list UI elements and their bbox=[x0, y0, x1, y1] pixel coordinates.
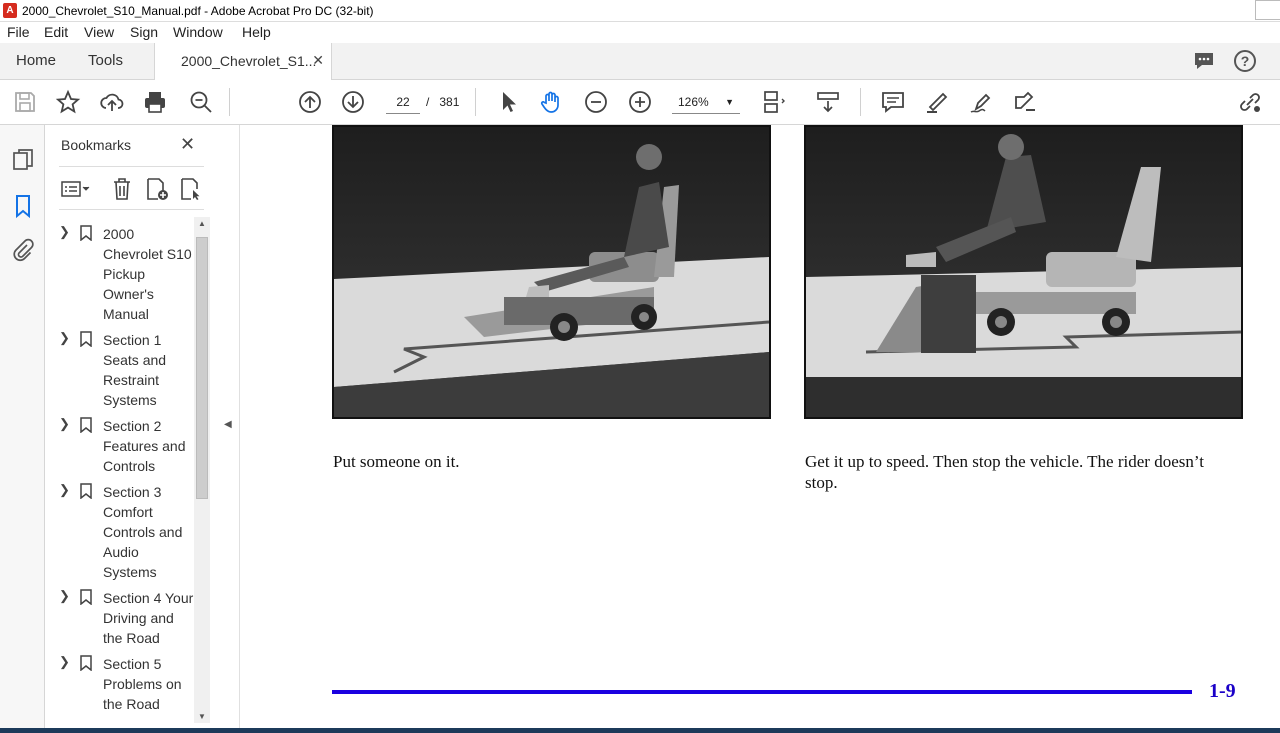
svg-text:?: ? bbox=[1241, 53, 1250, 69]
chevron-down-icon[interactable]: ▼ bbox=[725, 90, 734, 114]
comment-bubble-icon[interactable] bbox=[1193, 51, 1215, 71]
tab-document[interactable]: 2000_Chevrolet_S1... ✕ bbox=[154, 43, 332, 80]
page-fit-icon[interactable] bbox=[760, 89, 786, 115]
bookmark-label: 2000 Chevrolet S10 Pickup Owner's Manual bbox=[103, 226, 192, 322]
upload-cloud-icon[interactable] bbox=[99, 89, 125, 115]
illustration-right bbox=[804, 125, 1243, 419]
zoom-search-icon[interactable] bbox=[188, 89, 214, 115]
page-separator: / bbox=[426, 95, 430, 109]
scroll-down-icon[interactable]: ▼ bbox=[198, 712, 206, 721]
zoom-level-input[interactable]: 126% ▼ bbox=[672, 90, 740, 114]
page-total-count: 381 bbox=[439, 95, 460, 109]
bookmark-label: Section 2 Features and Controls bbox=[103, 418, 186, 474]
menu-bar: File Edit View Sign Window Help bbox=[0, 22, 1280, 43]
next-page-icon[interactable] bbox=[340, 89, 366, 115]
panel-collapse-strip[interactable]: ◀ bbox=[212, 125, 240, 733]
tab-bar: Home Tools 2000_Chevrolet_S1... ✕ ? bbox=[0, 43, 1280, 80]
hand-tool-icon[interactable] bbox=[539, 89, 565, 115]
bookmarks-panel: Bookmarks ✕ ❯ 2000 Chevrolet S10 Pickup … bbox=[45, 125, 212, 725]
chevron-right-icon[interactable]: ❯ bbox=[59, 482, 70, 498]
new-bookmark-icon[interactable] bbox=[145, 177, 171, 204]
bookmark-item[interactable]: ❯ Section 4 Your Driving and the Road bbox=[59, 588, 199, 648]
caption-right: Get it up to speed. Then stop the vehicl… bbox=[805, 452, 1204, 492]
scroll-up-icon[interactable]: ▲ bbox=[198, 219, 206, 228]
delete-bookmark-icon[interactable] bbox=[111, 177, 133, 204]
collapse-panel-icon[interactable]: ◀ bbox=[224, 419, 232, 430]
help-icon[interactable]: ? bbox=[1233, 49, 1257, 73]
footer-rule bbox=[332, 690, 1192, 694]
caption-left: Put someone on it. bbox=[333, 452, 460, 471]
toolbar-separator bbox=[475, 88, 476, 116]
menu-window[interactable]: Window bbox=[173, 24, 223, 40]
bookmark-item[interactable]: ❯ Section 2 Features and Controls bbox=[59, 416, 199, 476]
bookmark-options-icon[interactable] bbox=[61, 179, 91, 202]
page-number-input[interactable]: 22 bbox=[386, 90, 420, 114]
toolbar-separator bbox=[229, 88, 230, 116]
bookmark-flag-icon bbox=[80, 331, 92, 347]
chevron-right-icon[interactable]: ❯ bbox=[59, 654, 70, 670]
bookmark-flag-icon bbox=[80, 483, 92, 499]
menu-edit[interactable]: Edit bbox=[44, 24, 68, 40]
menu-file[interactable]: File bbox=[7, 24, 30, 40]
select-cursor-icon[interactable] bbox=[495, 89, 521, 115]
previous-page-icon[interactable] bbox=[297, 89, 323, 115]
bookmark-flag-icon bbox=[80, 655, 92, 671]
bookmark-item[interactable]: ❯ Section 1 Seats and Restraint Systems bbox=[59, 330, 199, 410]
toolbar-separator bbox=[860, 88, 861, 116]
bookmark-label: Section 4 Your Driving and the Road bbox=[103, 590, 194, 646]
star-icon[interactable] bbox=[55, 89, 81, 115]
zoom-in-icon[interactable] bbox=[627, 89, 653, 115]
scrollbar-thumb[interactable] bbox=[196, 237, 208, 499]
share-link-icon[interactable] bbox=[1237, 89, 1263, 115]
bookmarks-scrollbar[interactable]: ▲ ▼ bbox=[194, 217, 210, 723]
title-bar: A 2000_Chevrolet_S10_Manual.pdf - Adobe … bbox=[0, 0, 1280, 22]
taskbar bbox=[0, 728, 1280, 733]
bookmarks-toolbar bbox=[59, 166, 204, 210]
tab-tools[interactable]: Tools bbox=[88, 52, 123, 69]
bookmarks-panel-icon[interactable] bbox=[10, 193, 36, 219]
comment-icon[interactable] bbox=[880, 89, 906, 115]
bookmark-label: Section 3 Comfort Controls and Audio Sys… bbox=[103, 484, 183, 580]
bookmark-label: Section 1 Seats and Restraint Systems bbox=[103, 332, 167, 408]
acrobat-icon: A bbox=[3, 3, 17, 18]
zoom-level-value: 126% bbox=[678, 95, 709, 109]
bookmark-item[interactable]: ❯ Section 3 Comfort Controls and Audio S… bbox=[59, 482, 199, 582]
menu-help[interactable]: Help bbox=[242, 24, 271, 40]
document-view[interactable]: Put someone on it. Get it up to speed. T… bbox=[241, 125, 1280, 728]
chevron-right-icon[interactable]: ❯ bbox=[59, 330, 70, 346]
draw-sign-icon[interactable] bbox=[968, 89, 994, 115]
page-thumbnails-icon[interactable] bbox=[10, 147, 36, 173]
chevron-right-icon[interactable]: ❯ bbox=[59, 224, 70, 240]
chevron-right-icon[interactable]: ❯ bbox=[59, 416, 70, 432]
bookmarks-title: Bookmarks bbox=[61, 137, 132, 153]
window-title: 2000_Chevrolet_S10_Manual.pdf - Adobe Ac… bbox=[22, 4, 374, 18]
close-tab-icon[interactable]: ✕ bbox=[312, 52, 324, 69]
bookmark-item[interactable]: ❯ Section 5 Problems on the Road bbox=[59, 654, 199, 714]
scroll-mode-icon[interactable] bbox=[815, 89, 841, 115]
menu-sign[interactable]: Sign bbox=[130, 24, 158, 40]
bookmark-label: Section 5 Problems on the Road bbox=[103, 656, 182, 712]
menu-view[interactable]: View bbox=[84, 24, 114, 40]
bookmark-flag-icon bbox=[80, 589, 92, 605]
bookmark-flag-icon bbox=[80, 417, 92, 433]
attachments-icon[interactable] bbox=[10, 238, 36, 264]
fill-sign-icon[interactable] bbox=[1012, 89, 1038, 115]
zoom-out-icon[interactable] bbox=[583, 89, 609, 115]
left-navigation-rail bbox=[0, 125, 45, 733]
page-total: / 381 bbox=[426, 95, 459, 109]
bookmark-flag-icon bbox=[80, 225, 92, 241]
save-icon[interactable] bbox=[12, 89, 38, 115]
highlight-pen-icon[interactable] bbox=[924, 89, 950, 115]
tab-document-label: 2000_Chevrolet_S1... bbox=[181, 53, 317, 69]
bookmark-from-selection-icon[interactable] bbox=[179, 177, 203, 204]
chevron-right-icon[interactable]: ❯ bbox=[59, 588, 70, 604]
bookmark-item[interactable]: ❯ 2000 Chevrolet S10 Pickup Owner's Manu… bbox=[59, 224, 199, 324]
illustration-left bbox=[332, 125, 771, 419]
window-controls[interactable] bbox=[1255, 0, 1280, 20]
toolbar: 22 / 381 126% ▼ bbox=[0, 80, 1280, 125]
page-number-label: 1-9 bbox=[1209, 680, 1236, 702]
print-icon[interactable] bbox=[142, 89, 168, 115]
tab-home[interactable]: Home bbox=[16, 52, 56, 69]
close-panel-icon[interactable]: ✕ bbox=[180, 134, 195, 155]
